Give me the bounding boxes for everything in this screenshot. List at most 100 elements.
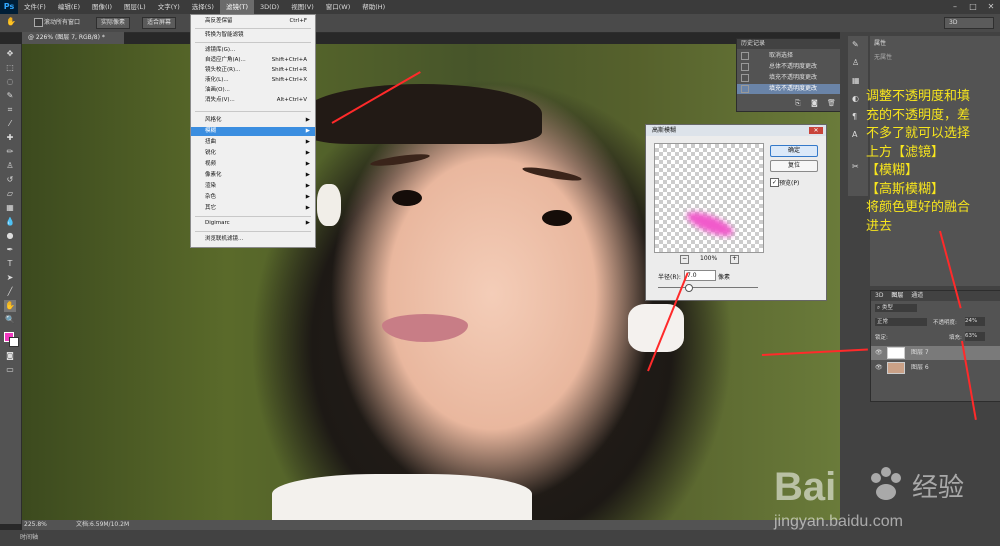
- layer-row-selected[interactable]: 👁 图层 7: [871, 346, 1000, 360]
- menu-3d[interactable]: 3D(D): [254, 0, 285, 14]
- preview-checkbox[interactable]: ✓: [770, 178, 779, 187]
- camera-icon[interactable]: ◙: [811, 99, 818, 107]
- menu-item-browse-online[interactable]: 浏览联机滤镜...: [191, 235, 315, 244]
- layer-row[interactable]: 👁 图层 6: [871, 361, 1000, 375]
- ok-button[interactable]: 确定: [770, 145, 818, 157]
- gradient-tool-icon[interactable]: ▦: [4, 202, 16, 214]
- menu-file[interactable]: 文件(F): [18, 0, 52, 14]
- reset-button[interactable]: 复位: [770, 160, 818, 172]
- menu-item-other[interactable]: 其它 ▶: [191, 204, 315, 213]
- brush-tool-icon[interactable]: ✏: [4, 146, 16, 158]
- menu-select[interactable]: 选择(S): [186, 0, 220, 14]
- shape-tool-icon[interactable]: ╱: [4, 286, 16, 298]
- character-icon[interactable]: A: [852, 130, 857, 139]
- eye-icon[interactable]: 👁: [875, 361, 883, 375]
- history-checkbox[interactable]: [741, 52, 749, 60]
- zoom-level[interactable]: 225.8%: [24, 520, 47, 530]
- healing-tool-icon[interactable]: ✚: [4, 132, 16, 144]
- radius-slider-knob[interactable]: [685, 284, 693, 292]
- maximize-icon[interactable]: □: [964, 0, 982, 14]
- history-brush-icon[interactable]: ↺: [4, 174, 16, 186]
- dodge-tool-icon[interactable]: ●: [4, 230, 16, 242]
- history-checkbox[interactable]: [741, 74, 749, 82]
- menu-item-vanishing-point[interactable]: 消失点(V)... Alt+Ctrl+V: [191, 96, 315, 105]
- hand-tool-icon[interactable]: ✋: [6, 17, 16, 26]
- actual-pixels-button[interactable]: 实际像素: [96, 17, 131, 29]
- menu-window[interactable]: 窗口(W): [320, 0, 357, 14]
- path-select-icon[interactable]: ➤: [4, 272, 16, 284]
- type-tool-icon[interactable]: T: [4, 258, 16, 270]
- tools-preset-icon[interactable]: ✂: [852, 162, 859, 171]
- close-icon[interactable]: ✕: [809, 127, 823, 134]
- blur-tool-icon[interactable]: 💧: [4, 216, 16, 228]
- menu-type[interactable]: 文字(Y): [152, 0, 186, 14]
- brush-panel-icon[interactable]: ✎: [852, 40, 859, 49]
- menu-item-last-filter[interactable]: 高反差保留 Ctrl+F: [191, 17, 315, 26]
- menu-item-video[interactable]: 视频 ▶: [191, 160, 315, 169]
- history-item-selected[interactable]: 填充不透明度更改: [737, 84, 841, 94]
- menu-view[interactable]: 视图(V): [285, 0, 320, 14]
- radius-slider-track[interactable]: [658, 287, 758, 288]
- timeline-label[interactable]: 时间轴: [20, 534, 38, 541]
- zoom-tool-icon[interactable]: 🔍: [4, 314, 16, 326]
- menu-item-lens-correction[interactable]: 镜头校正(R)... Shift+Ctrl+R: [191, 66, 315, 75]
- menu-item-pixelate[interactable]: 像素化 ▶: [191, 171, 315, 180]
- workspace-select[interactable]: 3D: [944, 17, 994, 29]
- menu-item-smart-filter[interactable]: 转换为智能滤镜: [191, 31, 315, 40]
- stamp-tool-icon[interactable]: ♙: [4, 160, 16, 172]
- radius-input[interactable]: 7.0: [684, 270, 716, 281]
- background-color-swatch[interactable]: [9, 337, 19, 347]
- minimize-icon[interactable]: –: [946, 0, 964, 14]
- history-item[interactable]: 总体不透明度更改: [737, 62, 841, 72]
- move-tool-icon[interactable]: ✥: [4, 48, 16, 60]
- menu-item-blur[interactable]: 模糊 ▶: [191, 127, 315, 136]
- document-tab[interactable]: @ 226% (图层 7, RGB/8) *: [22, 32, 124, 44]
- quick-select-tool-icon[interactable]: ✎: [4, 90, 16, 102]
- menu-item-noise[interactable]: 杂色 ▶: [191, 193, 315, 202]
- menu-item-sharpen[interactable]: 锐化 ▶: [191, 149, 315, 158]
- paragraph-icon[interactable]: ¶: [852, 112, 857, 121]
- menu-filter[interactable]: 滤镜(T): [219, 0, 254, 14]
- history-item[interactable]: 取消选择: [737, 51, 841, 61]
- fit-screen-button[interactable]: 适合屏幕: [142, 17, 177, 29]
- eraser-tool-icon[interactable]: ▱: [4, 188, 16, 200]
- menu-item-liquify[interactable]: 液化(L)... Shift+Ctrl+X: [191, 76, 315, 85]
- scroll-all-checkbox[interactable]: [34, 18, 43, 27]
- fill-input[interactable]: 63%: [965, 332, 985, 341]
- menu-item-distort[interactable]: 扭曲 ▶: [191, 138, 315, 147]
- menu-edit[interactable]: 编辑(E): [52, 0, 86, 14]
- clone-panel-icon[interactable]: ♙: [852, 58, 859, 67]
- zoom-in-icon[interactable]: +: [730, 255, 739, 264]
- adjust-icon[interactable]: ◐: [852, 94, 859, 103]
- close-icon[interactable]: ✕: [982, 0, 1000, 14]
- lasso-tool-icon[interactable]: ◌: [4, 76, 16, 88]
- menu-item-filter-gallery[interactable]: 滤镜库(G)...: [191, 46, 315, 55]
- tab-layers[interactable]: 图层: [891, 292, 903, 299]
- tab-3d[interactable]: 3D: [875, 292, 883, 299]
- menu-layer[interactable]: 图层(L): [118, 0, 152, 14]
- blend-mode-select[interactable]: 正常: [875, 318, 927, 326]
- menu-image[interactable]: 图像(I): [86, 0, 118, 14]
- pen-tool-icon[interactable]: ✒: [4, 244, 16, 256]
- marquee-tool-icon[interactable]: ⬚: [4, 62, 16, 74]
- menu-item-render[interactable]: 渲染 ▶: [191, 182, 315, 191]
- quick-mask-icon[interactable]: ◙: [4, 350, 16, 362]
- menu-item-adaptive-wide[interactable]: 自适应广角(A)... Shift+Ctrl+A: [191, 56, 315, 65]
- screen-mode-icon[interactable]: ▭: [4, 364, 16, 376]
- hand-tool-icon[interactable]: ✋: [4, 300, 16, 312]
- menu-help[interactable]: 帮助(H): [356, 0, 391, 14]
- blur-preview[interactable]: [654, 143, 764, 253]
- crop-tool-icon[interactable]: ⌗: [4, 104, 16, 116]
- trash-icon[interactable]: 🗑: [827, 99, 836, 107]
- history-checkbox[interactable]: [741, 63, 749, 71]
- zoom-out-icon[interactable]: −: [680, 255, 689, 264]
- tab-channels[interactable]: 通道: [911, 292, 923, 299]
- swatches-icon[interactable]: ▦: [852, 76, 860, 85]
- opacity-input[interactable]: 24%: [965, 317, 985, 326]
- snapshot-icon[interactable]: ⎘: [795, 99, 801, 108]
- menu-item-digimarc[interactable]: Digimarc ▶: [191, 219, 315, 228]
- history-item[interactable]: 填充不透明度更改: [737, 73, 841, 83]
- eyedropper-tool-icon[interactable]: ⁄: [4, 118, 16, 130]
- layer-kind-filter[interactable]: ⌕ 类型: [875, 304, 917, 312]
- menu-item-stylize[interactable]: 风格化 ▶: [191, 116, 315, 125]
